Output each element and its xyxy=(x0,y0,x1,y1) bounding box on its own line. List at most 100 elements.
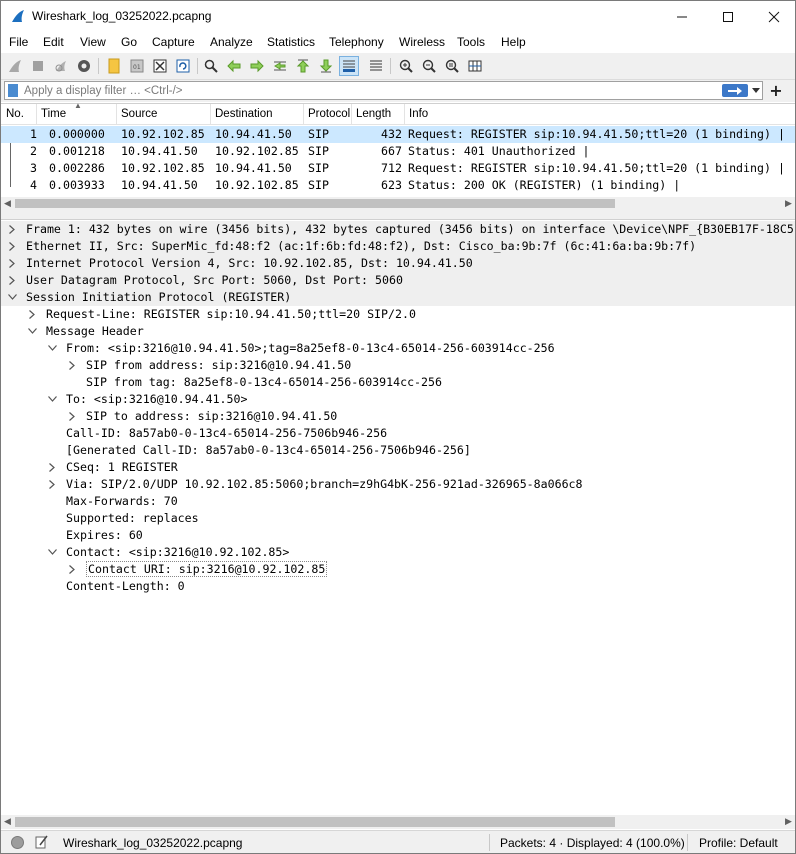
tree-row[interactable]: Max-Forwards: 70 xyxy=(1,493,795,510)
filter-bookmark-icon[interactable] xyxy=(8,84,18,97)
chevron-right-icon[interactable] xyxy=(66,358,78,372)
capture-status-led-icon[interactable] xyxy=(11,836,24,849)
packet-row[interactable]: 1 0.000000 10.92.102.85 10.94.41.50 SIP 432 Re… xyxy=(1,126,795,143)
tree-row[interactable]: Contact URI: sip:3216@10.92.102.85 xyxy=(1,561,795,578)
tree-row[interactable]: [Generated Call-ID: 8a57ab0-0-13c4-65014… xyxy=(1,442,795,459)
add-filter-button[interactable]: + xyxy=(767,80,785,100)
close-button[interactable] xyxy=(751,1,795,32)
col-info[interactable]: Info xyxy=(409,108,428,120)
stop-capture-button[interactable] xyxy=(28,56,48,76)
packet-list-scroll-thumb[interactable] xyxy=(15,199,615,208)
chevron-right-icon[interactable] xyxy=(6,256,18,270)
menu-file[interactable]: File xyxy=(9,35,28,49)
column-divider[interactable] xyxy=(210,104,211,125)
chevron-right-icon[interactable] xyxy=(6,239,18,253)
column-divider[interactable] xyxy=(36,104,37,125)
tree-row[interactable]: To: <sip:3216@10.94.41.50> xyxy=(1,391,795,408)
chevron-right-icon[interactable] xyxy=(66,409,78,423)
tree-row[interactable]: Content-Length: 0 xyxy=(1,578,795,595)
apply-filter-button[interactable] xyxy=(722,84,748,97)
zoom-in-button[interactable] xyxy=(396,56,416,76)
details-horizontal-scrollbar[interactable]: ◀ ▶ xyxy=(1,815,795,829)
menu-edit[interactable]: Edit xyxy=(43,35,64,49)
packet-row[interactable]: 3 0.002286 10.92.102.85 10.94.41.50 SIP 712 Re… xyxy=(1,160,795,177)
tree-row[interactable]: Message Header xyxy=(1,323,795,340)
zoom-out-button[interactable] xyxy=(419,56,439,76)
scroll-right-icon[interactable]: ▶ xyxy=(782,815,795,828)
go-first-packet-button[interactable] xyxy=(293,56,313,76)
tree-row[interactable]: Request-Line: REGISTER sip:10.94.41.50;t… xyxy=(1,306,795,323)
go-to-packet-button[interactable] xyxy=(270,56,290,76)
tree-row[interactable]: Expires: 60 xyxy=(1,527,795,544)
menu-help[interactable]: Help xyxy=(501,35,526,49)
packet-row[interactable]: 4 0.003933 10.94.41.50 10.92.102.85 SIP 623 St… xyxy=(1,177,795,194)
tree-row[interactable]: Session Initiation Protocol (REGISTER) xyxy=(1,289,795,306)
go-last-packet-button[interactable] xyxy=(316,56,336,76)
menu-wireless[interactable]: Wireless xyxy=(399,35,445,49)
menu-go[interactable]: Go xyxy=(121,35,137,49)
tree-row[interactable]: Frame 1: 432 bytes on wire (3456 bits), … xyxy=(1,221,795,238)
tree-row[interactable]: Ethernet II, Src: SuperMic_fd:48:f2 (ac:… xyxy=(1,238,795,255)
col-length[interactable]: Length xyxy=(356,108,391,120)
maximize-button[interactable] xyxy=(705,1,751,32)
chevron-down-icon[interactable] xyxy=(26,324,38,338)
column-divider[interactable] xyxy=(116,104,117,125)
scroll-left-icon[interactable]: ◀ xyxy=(1,815,14,828)
tree-row[interactable]: SIP to address: sip:3216@10.94.41.50 xyxy=(1,408,795,425)
chevron-right-icon[interactable] xyxy=(46,477,58,491)
column-divider[interactable] xyxy=(404,104,405,125)
tree-row[interactable]: Internet Protocol Version 4, Src: 10.92.… xyxy=(1,255,795,272)
chevron-down-icon[interactable] xyxy=(46,545,58,559)
menu-analyze[interactable]: Analyze xyxy=(210,35,253,49)
open-file-button[interactable] xyxy=(104,56,124,76)
chevron-right-icon[interactable] xyxy=(66,562,78,576)
tree-row[interactable]: User Datagram Protocol, Src Port: 5060, … xyxy=(1,272,795,289)
column-divider[interactable] xyxy=(351,104,352,125)
menu-telephony[interactable]: Telephony xyxy=(329,35,384,49)
go-forward-button[interactable] xyxy=(247,56,267,76)
col-destination[interactable]: Destination xyxy=(215,108,273,120)
start-capture-button[interactable] xyxy=(5,56,25,76)
col-protocol[interactable]: Protocol xyxy=(308,108,350,120)
chevron-right-icon[interactable] xyxy=(46,460,58,474)
tree-row[interactable]: SIP from tag: 8a25ef8-0-13c4-65014-256-6… xyxy=(1,374,795,391)
column-divider[interactable] xyxy=(303,104,304,125)
restart-capture-button[interactable] xyxy=(51,56,71,76)
col-source[interactable]: Source xyxy=(121,108,157,120)
chevron-down-icon[interactable] xyxy=(6,290,18,304)
tree-row[interactable]: Call-ID: 8a57ab0-0-13c4-65014-256-7506b9… xyxy=(1,425,795,442)
col-no[interactable]: No. xyxy=(6,108,24,120)
resize-columns-button[interactable] xyxy=(465,56,485,76)
capture-options-button[interactable] xyxy=(74,56,94,76)
chevron-right-icon[interactable] xyxy=(6,273,18,287)
tree-row[interactable]: Supported: replaces xyxy=(1,510,795,527)
close-file-button[interactable] xyxy=(150,56,170,76)
tree-row[interactable]: CSeq: 1 REGISTER xyxy=(1,459,795,476)
minimize-button[interactable] xyxy=(659,1,705,32)
find-packet-button[interactable] xyxy=(201,56,221,76)
chevron-down-icon[interactable] xyxy=(46,392,58,406)
tree-row[interactable]: SIP from address: sip:3216@10.94.41.50 xyxy=(1,357,795,374)
tree-row[interactable]: From: <sip:3216@10.94.41.50>;tag=8a25ef8… xyxy=(1,340,795,357)
chevron-right-icon[interactable] xyxy=(26,307,38,321)
menu-capture[interactable]: Capture xyxy=(152,35,195,49)
status-profile[interactable]: Profile: Default xyxy=(699,836,778,850)
display-filter-input[interactable] xyxy=(24,83,714,98)
tree-row[interactable]: Via: SIP/2.0/UDP 10.92.102.85:5060;branc… xyxy=(1,476,795,493)
auto-scroll-button[interactable] xyxy=(339,56,359,76)
col-time[interactable]: Time xyxy=(41,108,66,120)
colorize-button[interactable] xyxy=(366,56,386,76)
menu-statistics[interactable]: Statistics xyxy=(267,35,315,49)
chevron-right-icon[interactable] xyxy=(6,222,18,236)
reload-file-button[interactable] xyxy=(173,56,193,76)
tree-row[interactable]: Contact: <sip:3216@10.92.102.85> xyxy=(1,544,795,561)
pane-splitter[interactable] xyxy=(1,209,795,219)
zoom-normal-button[interactable] xyxy=(442,56,462,76)
chevron-down-icon[interactable] xyxy=(46,341,58,355)
details-scroll-thumb[interactable] xyxy=(15,817,615,827)
go-back-button[interactable] xyxy=(224,56,244,76)
menu-tools[interactable]: Tools xyxy=(457,35,485,49)
menu-view[interactable]: View xyxy=(80,35,106,49)
filter-history-dropdown[interactable] xyxy=(751,84,761,97)
save-file-button[interactable]: 01 xyxy=(127,56,147,76)
